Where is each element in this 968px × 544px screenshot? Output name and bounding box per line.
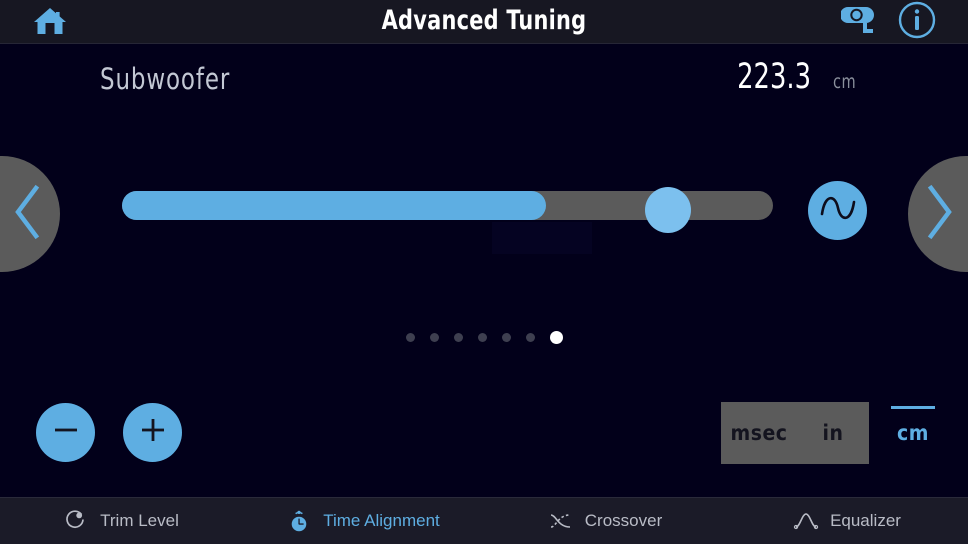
- pager-dot[interactable]: [405, 333, 415, 342]
- pager-dot[interactable]: [525, 333, 535, 342]
- nav-label-equalizer: Equalizer: [830, 511, 901, 530]
- app-header: Advanced Tuning: [0, 0, 968, 44]
- nav-label-time-alignment: Time Alignment: [323, 511, 440, 530]
- home-button[interactable]: [28, 6, 72, 40]
- channel-label: Subwoofer: [100, 62, 231, 96]
- slider-shadow: [492, 222, 592, 254]
- delay-slider[interactable]: [0, 181, 968, 240]
- minus-icon: [49, 413, 83, 452]
- eq-curve-icon: [793, 508, 819, 534]
- value-unit: cm: [832, 71, 856, 93]
- nav-item-time-alignment[interactable]: Time Alignment: [242, 498, 484, 544]
- advanced-tuning-screen: Advanced Tuning Subwoofer 223.3 cm msec …: [0, 0, 968, 544]
- page-title: Advanced Tuning: [381, 5, 587, 36]
- nav-item-trim-level[interactable]: Trim Level: [0, 498, 242, 544]
- stopwatch-icon: [286, 508, 312, 534]
- pager-dot[interactable]: [429, 333, 439, 342]
- nav-item-crossover[interactable]: Crossover: [484, 498, 726, 544]
- pager-dot[interactable]: [477, 333, 487, 342]
- page-indicator: [0, 331, 968, 344]
- plus-icon: [136, 413, 170, 452]
- nav-item-equalizer: Equalizer: [726, 498, 968, 544]
- pager-dot-active[interactable]: [549, 331, 563, 344]
- unit-selector: msec in cm: [721, 402, 941, 464]
- decrement-button[interactable]: [36, 403, 95, 462]
- sine-wave-icon: [815, 185, 861, 236]
- crossover-curve-icon: [548, 508, 574, 534]
- knob-icon: [63, 508, 89, 534]
- phase-button[interactable]: [808, 181, 867, 240]
- pager-dot[interactable]: [453, 333, 463, 342]
- tape-measure-icon: [840, 5, 881, 40]
- pager-dot[interactable]: [501, 333, 511, 342]
- slider-fill: [122, 191, 546, 220]
- slider-thumb[interactable]: [645, 187, 691, 233]
- info-button[interactable]: [894, 0, 940, 44]
- unit-option-msec[interactable]: msec: [721, 402, 797, 464]
- value-number: 223.3: [736, 57, 811, 97]
- home-icon: [30, 5, 70, 42]
- slider-track[interactable]: [122, 187, 773, 233]
- unit-option-cm[interactable]: cm: [885, 402, 941, 464]
- increment-button[interactable]: [123, 403, 182, 462]
- bottom-navigation: Trim Level Time Alignment Crossover Equa…: [0, 497, 968, 544]
- nav-label-crossover: Crossover: [584, 511, 663, 530]
- tape-measure-button[interactable]: [838, 6, 884, 39]
- info-icon: [897, 0, 937, 45]
- nav-label-trim-level: Trim Level: [100, 511, 179, 530]
- value-readout: 223.3 cm: [729, 57, 858, 97]
- unit-option-in[interactable]: in: [797, 402, 869, 464]
